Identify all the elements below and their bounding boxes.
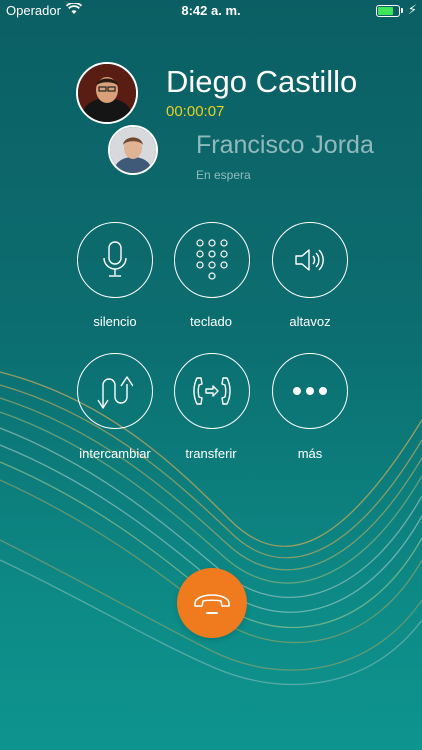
swap-icon: [97, 376, 133, 409]
clock: 8:42 a. m.: [181, 3, 241, 18]
battery-fill: [378, 7, 394, 15]
keypad-icon: [196, 239, 228, 280]
call-timer: 00:00:07: [166, 103, 225, 120]
hang-up-icon: [194, 594, 230, 614]
end-call-button[interactable]: [177, 568, 247, 638]
more-label: más: [297, 446, 323, 461]
speaker-label: altavoz: [289, 314, 331, 329]
swap-button[interactable]: [77, 353, 153, 429]
battery-tip: [401, 8, 403, 13]
transfer-button[interactable]: [174, 353, 250, 429]
speaker-icon: [295, 249, 324, 271]
held-caller-avatar[interactable]: [108, 125, 158, 175]
microphone-icon: [103, 241, 127, 277]
mute-button[interactable]: [77, 222, 153, 298]
speaker-button[interactable]: [272, 222, 348, 298]
more-button[interactable]: [272, 353, 348, 429]
held-status-label: En espera: [196, 168, 251, 182]
active-caller-name: Diego Castillo: [166, 64, 358, 99]
more-icon: [293, 387, 327, 395]
keypad-button[interactable]: [174, 222, 250, 298]
status-bar: Operador 8:42 a. m. ⚡︎: [0, 0, 422, 22]
held-caller-name[interactable]: Francisco Jorda: [196, 131, 374, 160]
battery-icon: [376, 5, 400, 17]
transfer-icon: [193, 377, 231, 405]
active-caller-avatar: [76, 62, 138, 124]
charging-bolt-icon: ⚡︎: [407, 2, 417, 17]
